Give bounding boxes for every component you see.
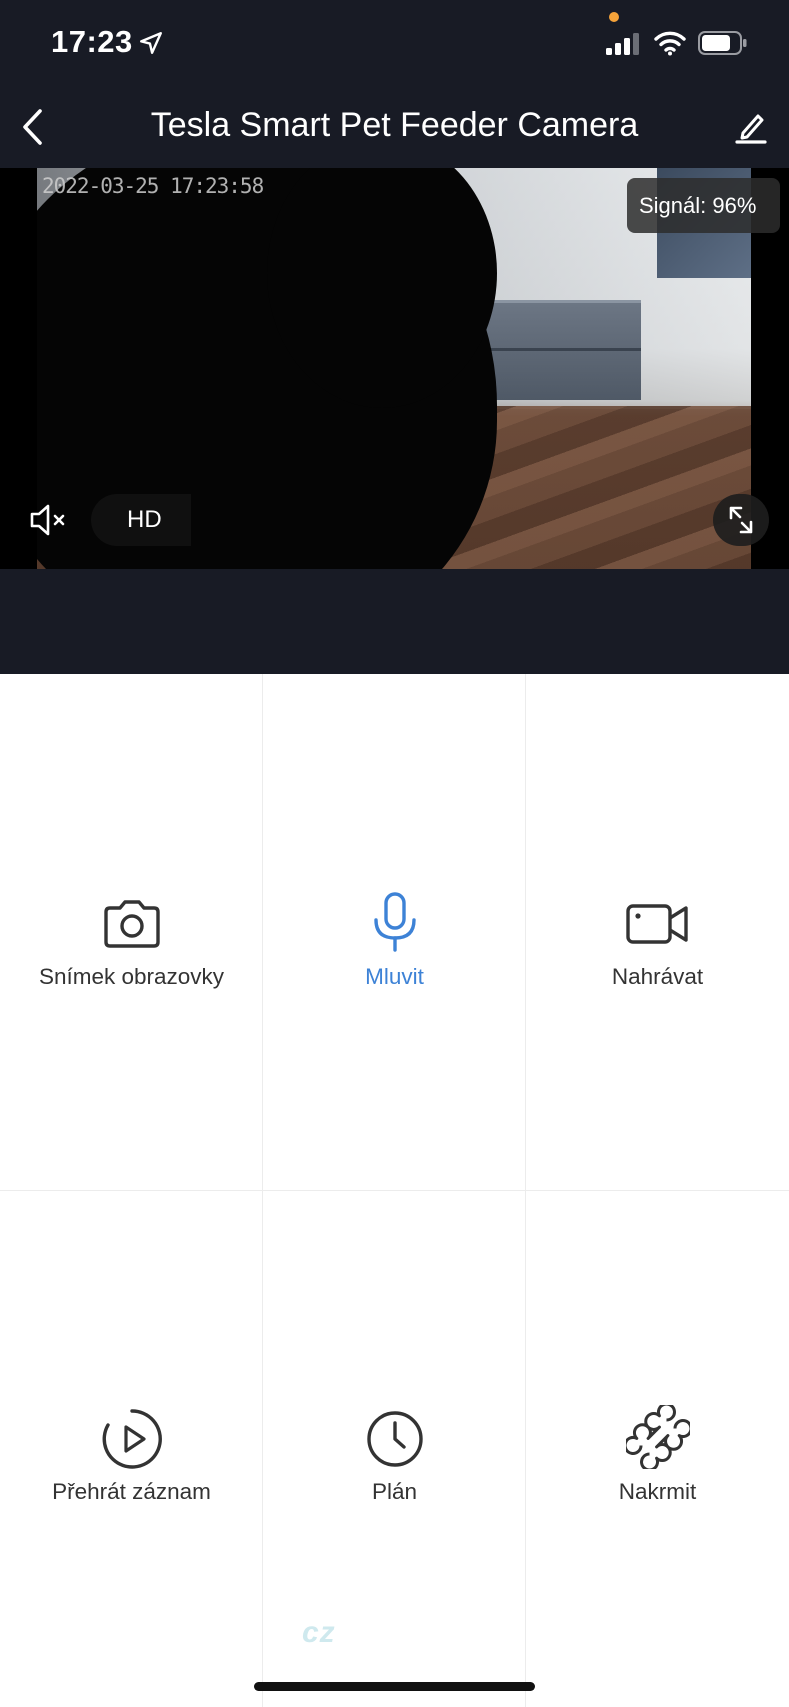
- screenshot-label: Snímek obrazovky: [38, 964, 225, 989]
- replay-icon: [102, 1409, 162, 1469]
- battery-icon: [698, 31, 747, 55]
- expand-icon[interactable]: [713, 494, 769, 546]
- quality-toggle-button[interactable]: HD: [91, 494, 191, 546]
- microphone-icon: [373, 892, 416, 952]
- controls-grid: Snímek obrazovky Mluvit Nahrávat Přehrát…: [0, 674, 789, 1707]
- clock-icon: [366, 1411, 423, 1467]
- video-camera-icon: [625, 904, 688, 944]
- speaker-muted-icon[interactable]: [23, 494, 75, 546]
- camera-icon: [103, 900, 160, 948]
- nav-bar: Tesla Smart Pet Feeder Camera: [0, 90, 789, 168]
- page-title: Tesla Smart Pet Feeder Camera: [150, 106, 639, 144]
- feed-label: Nakrmit: [618, 1479, 697, 1504]
- pencil-icon[interactable]: [734, 108, 768, 144]
- location-arrow-icon: [140, 32, 162, 54]
- talk-label: Mluvit: [365, 964, 424, 989]
- status-time: 17:23: [51, 24, 133, 59]
- privacy-indicator-dot: [609, 12, 619, 22]
- talk-button[interactable]: Mluvit: [263, 674, 526, 1190]
- status-bar: 17:23: [0, 0, 789, 90]
- video-timestamp: 2022-03-25 17:23:58: [42, 174, 264, 198]
- feed-button[interactable]: Nakrmit: [526, 1191, 789, 1707]
- schedule-label: Plán: [371, 1479, 418, 1504]
- playback-label: Přehrát záznam: [52, 1479, 211, 1504]
- wifi-icon: [654, 31, 686, 56]
- signal-badge: Signál: 96%: [627, 178, 780, 233]
- home-indicator[interactable]: [254, 1682, 535, 1691]
- watermark: cz: [302, 1616, 336, 1649]
- video-area: 2022-03-25 17:23:58 Signál: 96% HD: [0, 168, 789, 674]
- record-button[interactable]: Nahrávat: [526, 674, 789, 1190]
- signal-bars-icon: [606, 33, 639, 55]
- playback-button[interactable]: Přehrát záznam: [0, 1191, 263, 1707]
- bone-icon: [625, 1405, 690, 1469]
- screenshot-button[interactable]: Snímek obrazovky: [0, 674, 263, 1190]
- record-label: Nahrávat: [611, 964, 704, 989]
- live-video-feed[interactable]: 2022-03-25 17:23:58 Signál: 96% HD: [0, 168, 789, 569]
